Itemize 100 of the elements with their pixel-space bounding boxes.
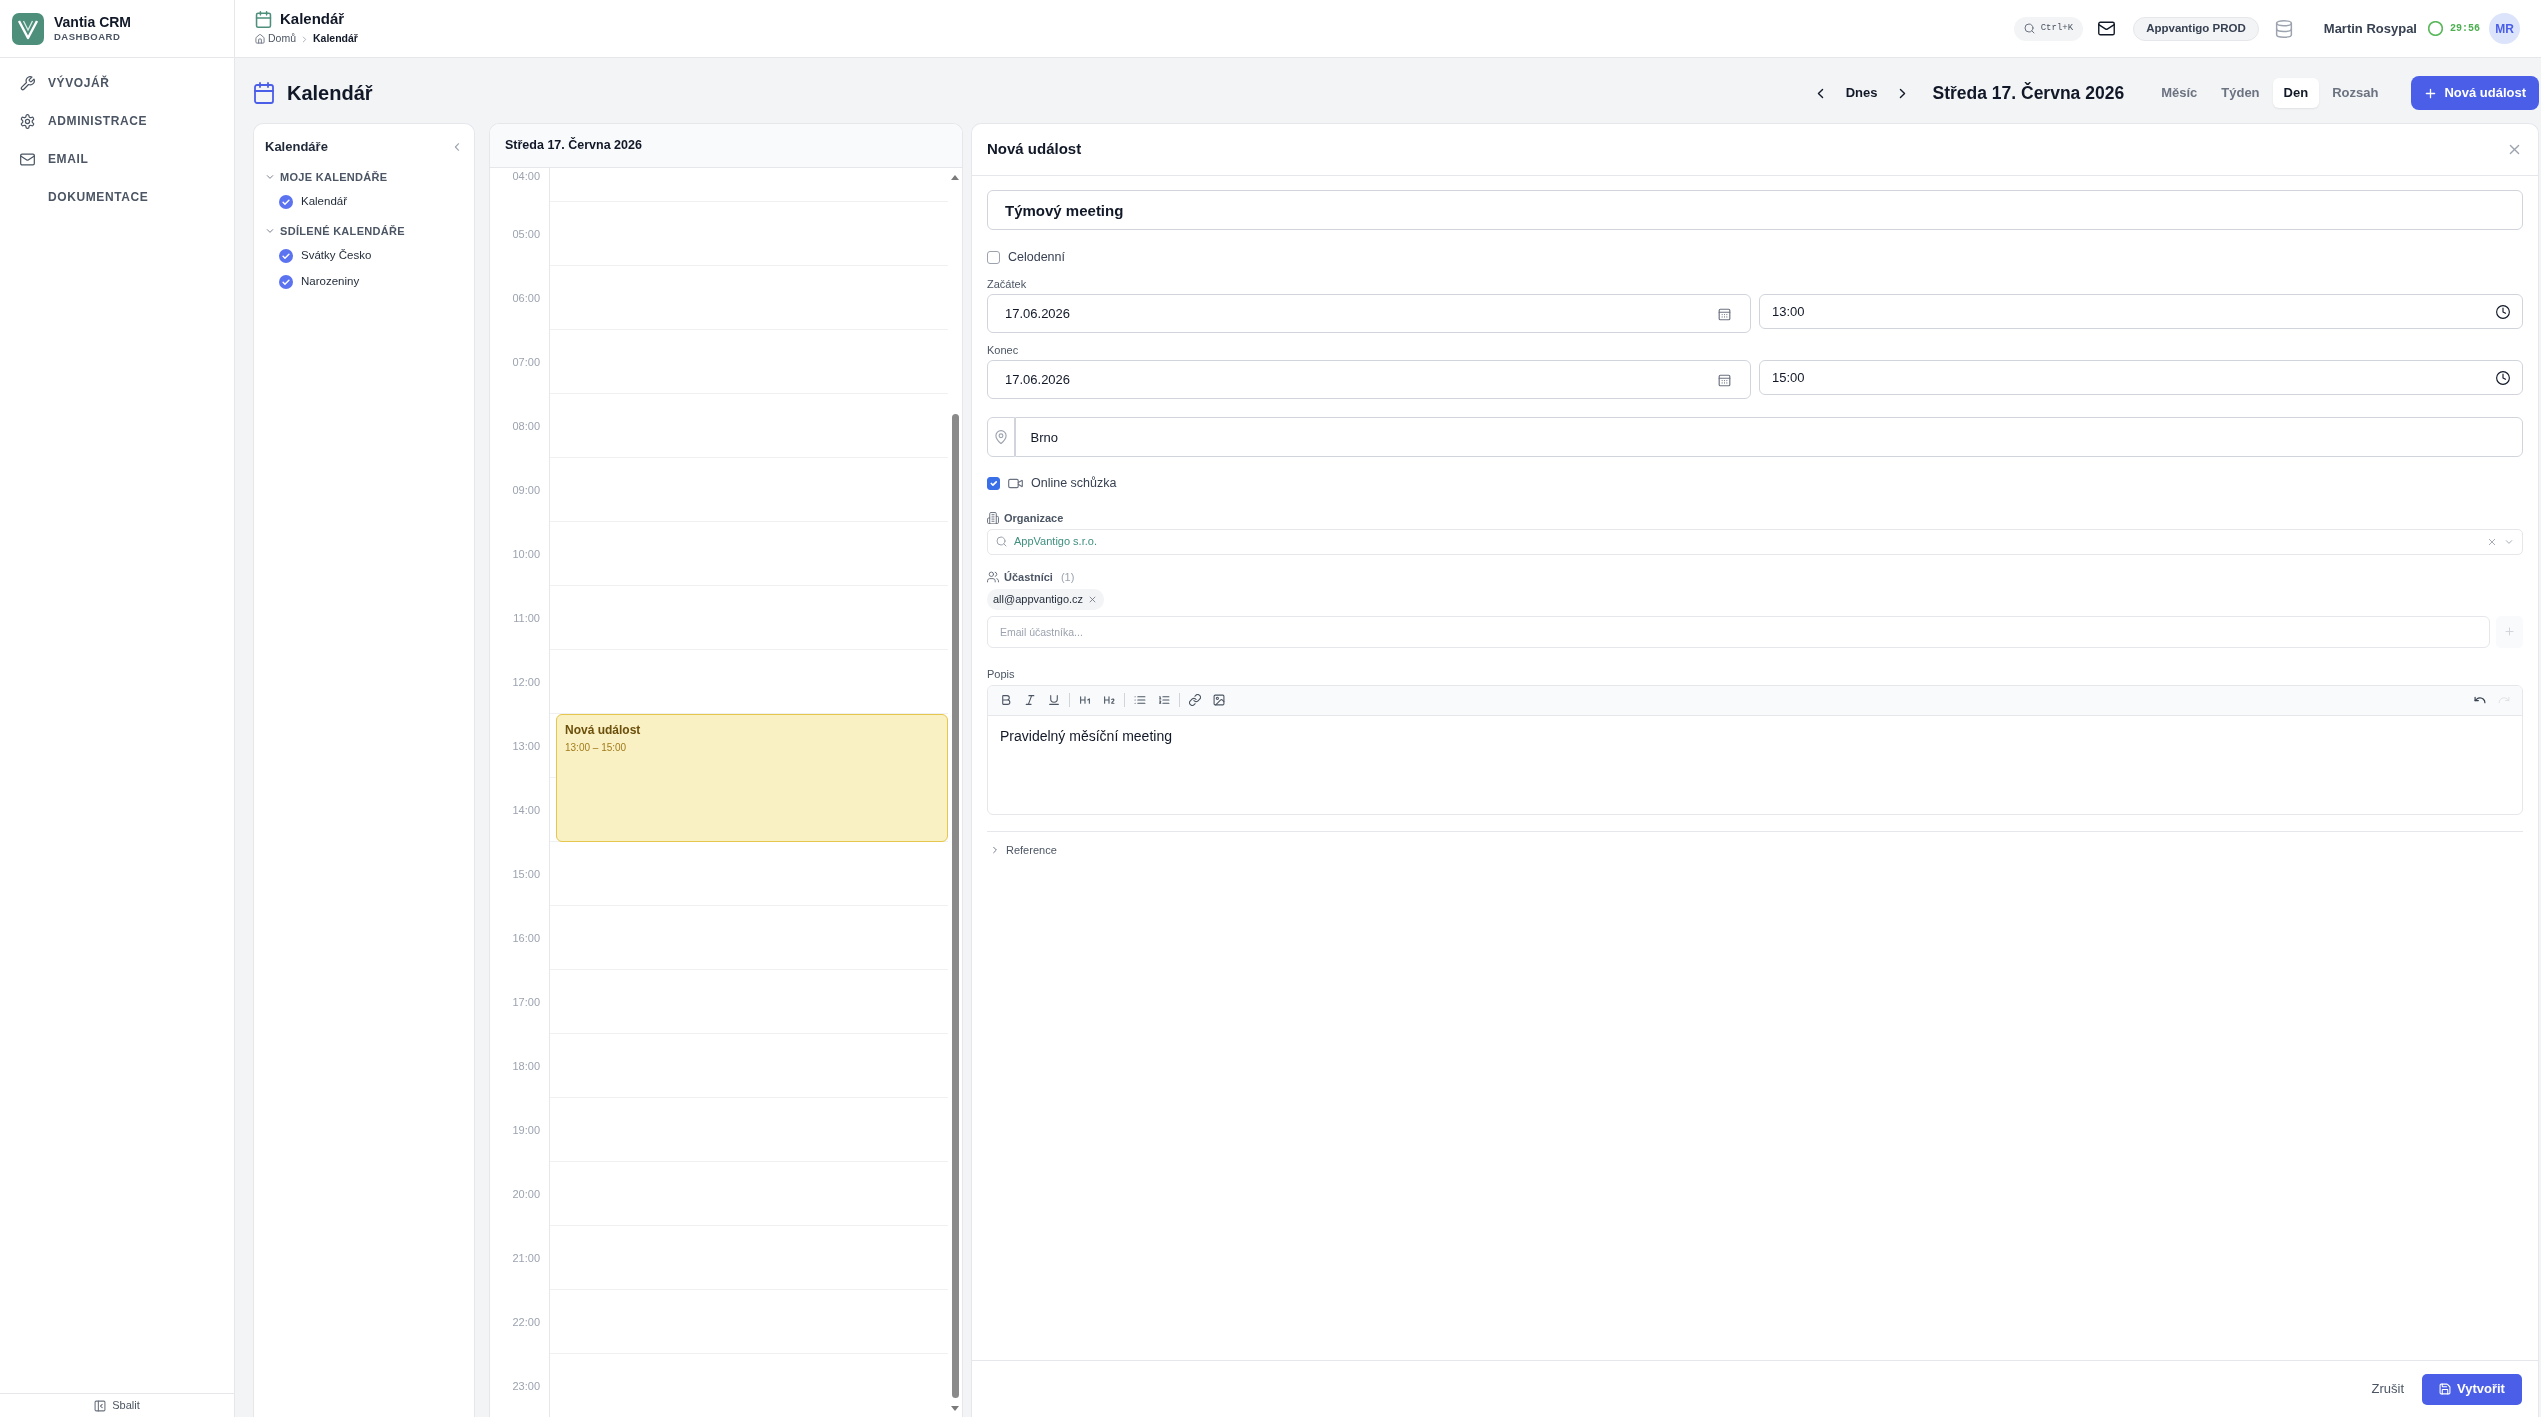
time-label: 18:00 <box>512 1058 540 1074</box>
time-label: 07:00 <box>512 354 540 370</box>
nav-link[interactable]: VÝVOJÁŘ <box>12 72 118 94</box>
session-timer: 29:56 <box>2450 22 2480 36</box>
calendar-icon[interactable] <box>1718 307 1731 320</box>
view-tab[interactable]: Týden <box>2210 78 2271 108</box>
field-label: Účastníci <box>1004 569 1053 585</box>
checkbox-icon[interactable] <box>279 275 293 289</box>
clear-icon[interactable] <box>2487 536 2497 547</box>
create-button[interactable]: Vytvořit <box>2422 1373 2522 1405</box>
breadcrumb-link[interactable]: Domů <box>255 31 296 47</box>
header-title: Kalendář <box>280 10 345 29</box>
link-icon[interactable] <box>1189 694 1201 706</box>
app-subtitle: DASHBOARD <box>54 30 122 44</box>
reference-toggle[interactable]: Reference <box>987 841 1057 858</box>
collapse-button[interactable]: Sbalit <box>94 1397 140 1414</box>
time-field[interactable]: 13:00 <box>1759 294 2523 329</box>
undo-icon[interactable] <box>2474 694 2486 706</box>
chevron-down-icon[interactable] <box>265 172 275 182</box>
mail-icon <box>20 151 35 167</box>
home-icon <box>255 34 265 44</box>
nav-link[interactable]: EMAIL <box>12 148 97 170</box>
time-label: 11:00 <box>513 610 540 626</box>
calendar-name: Kalendář <box>301 194 348 210</box>
event-title-field[interactable]: Týmový meeting <box>987 190 2523 230</box>
bold-icon[interactable] <box>1000 694 1012 706</box>
user-name: Martin Rosypal <box>2323 19 2417 38</box>
calendar-name: Svátky Česko <box>301 248 372 264</box>
date-field[interactable]: 17.06.2026 <box>987 294 1751 333</box>
breadcrumb-current: Kalendář <box>313 31 358 47</box>
database-icon[interactable] <box>2274 19 2293 38</box>
close-icon[interactable] <box>2507 142 2522 157</box>
time-label: 17:00 <box>512 994 540 1010</box>
time-field[interactable]: 15:00 <box>1759 360 2523 395</box>
calendar-icon[interactable] <box>1718 373 1731 386</box>
field-label: Začátek <box>987 277 1028 291</box>
search-button[interactable]: Ctrl+K <box>2013 16 2084 41</box>
mail-icon[interactable] <box>2098 20 2116 37</box>
plus-icon <box>2424 86 2438 100</box>
map-pin-icon <box>993 430 1008 444</box>
participant-count: (1) <box>1060 569 1075 585</box>
time-label: 19:00 <box>512 1122 540 1138</box>
field-label: Popis <box>987 666 1016 681</box>
time-label: 13:00 <box>512 738 540 754</box>
status-ring-icon <box>2428 21 2443 36</box>
calendar-name: Narozeniny <box>301 274 360 290</box>
date-field[interactable]: 17.06.2026 <box>987 360 1751 399</box>
email-field[interactable]: Email účastníka... <box>987 615 2490 648</box>
time-label: 16:00 <box>512 930 540 946</box>
location-field[interactable]: Brno <box>1014 417 2523 457</box>
checkbox[interactable] <box>987 250 1000 264</box>
time-label: 08:00 <box>512 418 540 434</box>
search-icon <box>996 536 1007 547</box>
plus-icon <box>2503 626 2515 637</box>
event-time: 13:00 – 15:00 <box>565 741 628 755</box>
underline-icon[interactable] <box>1048 694 1060 706</box>
time-label: 21:00 <box>512 1250 540 1266</box>
event-block[interactable]: Nová událost 13:00 – 15:00 <box>556 714 948 842</box>
sidebar-panel-icon <box>94 1399 107 1412</box>
cancel-button[interactable]: Zrušit <box>2371 1379 2404 1399</box>
remove-icon[interactable] <box>1088 594 1098 604</box>
organization-select[interactable]: AppVantigo s.r.o. <box>987 528 2523 555</box>
field-label: Organizace <box>1004 511 1064 526</box>
nav-link[interactable]: DOKUMENTACE <box>12 186 157 208</box>
bulleted-list-icon[interactable] <box>1134 694 1146 706</box>
nav-link[interactable]: ADMINISTRACE <box>12 110 156 132</box>
view-tab[interactable]: Měsíc <box>2150 78 2209 108</box>
clock-icon[interactable] <box>2496 304 2510 319</box>
time-label: 12:00 <box>512 674 540 690</box>
day-header: Středa 17. Června 2026 <box>490 124 962 168</box>
checkbox-label: Online schůzka <box>1031 474 1117 492</box>
current-date: Středa 17. Června 2026 <box>1932 81 2125 105</box>
clock-icon[interactable] <box>2496 370 2510 385</box>
environment-button[interactable]: Appvantigo PROD <box>2133 16 2259 41</box>
heading-1-icon[interactable] <box>1079 694 1091 706</box>
view-tab[interactable]: Rozsah <box>2321 78 2390 108</box>
checkbox-icon[interactable] <box>279 249 293 263</box>
checkbox-icon[interactable] <box>279 195 293 209</box>
time-label: 23:00 <box>512 1378 540 1394</box>
new-event-button[interactable]: Nová událost <box>2411 76 2539 110</box>
calendar-group-label: MOJE KALENDÁŘE <box>280 169 388 185</box>
chevron-down-icon[interactable] <box>265 226 275 236</box>
people-icon <box>987 570 999 583</box>
view-tab[interactable]: Den <box>2272 78 2320 108</box>
checkbox-label: Celodenní <box>1008 248 1065 266</box>
chip-label: all@appvantigo.cz <box>993 592 1084 607</box>
time-label: 04:00 <box>512 169 540 184</box>
calendar-group-label: SDÍLENÉ KALENDÁŘE <box>280 223 405 239</box>
italic-icon[interactable] <box>1024 694 1036 706</box>
numbered-list-icon[interactable] <box>1158 694 1170 706</box>
image-icon[interactable] <box>1213 694 1225 706</box>
today-button[interactable]: Dnes <box>1831 79 1892 107</box>
panel-title: Kalendáře <box>265 138 328 157</box>
time-label: 09:00 <box>512 482 540 498</box>
time-label: 20:00 <box>512 1186 540 1202</box>
user-avatar[interactable]: MR <box>2489 13 2520 44</box>
wrench-icon <box>20 75 35 91</box>
heading-2-icon[interactable] <box>1103 694 1115 706</box>
app-name: Vantia CRM <box>54 13 131 31</box>
checkbox[interactable] <box>987 476 1000 490</box>
